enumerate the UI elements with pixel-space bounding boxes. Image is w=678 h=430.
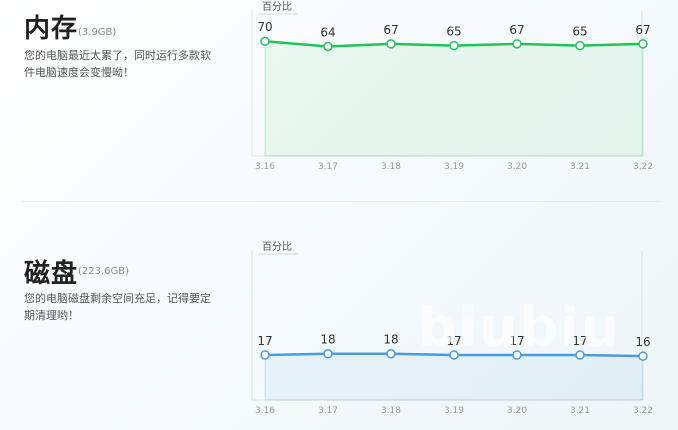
x-tick-label: 3.19 (444, 162, 464, 172)
memory-description: 您的电脑最近太累了，同时运行多款软件电脑速度会变慢呦！ (24, 49, 211, 79)
data-point (323, 41, 333, 52)
data-label: 17 (257, 334, 272, 348)
data-label: 70 (257, 20, 272, 34)
watermark: biubiu (418, 296, 622, 359)
data-point (386, 39, 396, 49)
series-area (264, 40, 644, 157)
memory-section: 内存 (3.9GB) 您的电脑最近太累了，同时运行多款软件电脑速度会变慢呦！ 百… (0, 0, 678, 200)
data-point (575, 40, 585, 51)
memory-title: 内存 (24, 14, 79, 44)
data-label: 18 (383, 333, 398, 347)
x-tick-label: 3.19 (444, 406, 464, 416)
data-point (386, 348, 396, 359)
x-tick-label: 3.22 (633, 162, 653, 172)
data-label: 64 (320, 25, 335, 39)
data-point (260, 36, 270, 46)
disk-size: (223.6GB) (78, 266, 130, 277)
x-tick-label: 3.21 (570, 406, 590, 416)
x-tick-label: 3.20 (507, 162, 527, 172)
data-label: 65 (446, 25, 461, 39)
data-label: 67 (509, 23, 524, 37)
memory-size: (3.9GB) (78, 27, 117, 38)
x-tick-label: 3.18 (381, 162, 401, 172)
y-axis-label: 百分比 (262, 1, 292, 13)
disk-description: 您的电脑磁盘剩余空间充足，记得要定期清理哟！ (24, 292, 211, 322)
data-label: 67 (383, 23, 398, 37)
disk-title: 磁盘 (24, 259, 79, 289)
chart-svg: 百分比 70 3.16 64 3.17 67 3.18 65 3.19 67 3.20 65 3.21 6… (251, 1, 653, 172)
memory-usage-chart: 百分比 70 3.16 64 3.17 67 3.18 65 3.19 67 3.20 65 3.21 6… (251, 0, 662, 178)
x-tick-label: 3.17 (318, 162, 338, 172)
x-tick-label: 3.17 (318, 406, 338, 416)
x-tick-label: 3.16 (255, 162, 275, 172)
data-point (323, 348, 333, 359)
data-label: 67 (635, 23, 650, 37)
data-point (638, 39, 648, 49)
data-point (512, 39, 522, 49)
x-tick-label: 3.18 (381, 406, 401, 416)
section-divider (22, 201, 662, 202)
data-point (260, 350, 270, 360)
data-label: 18 (320, 333, 335, 347)
x-tick-label: 3.22 (633, 406, 653, 416)
data-point (638, 351, 648, 361)
data-label: 16 (635, 335, 650, 349)
series-area (264, 353, 644, 401)
x-tick-label: 3.16 (255, 406, 275, 416)
y-axis-label: 百分比 (262, 241, 292, 253)
x-tick-label: 3.21 (570, 162, 590, 172)
data-point (449, 40, 459, 51)
x-tick-label: 3.20 (507, 406, 527, 416)
data-label: 65 (572, 25, 587, 39)
